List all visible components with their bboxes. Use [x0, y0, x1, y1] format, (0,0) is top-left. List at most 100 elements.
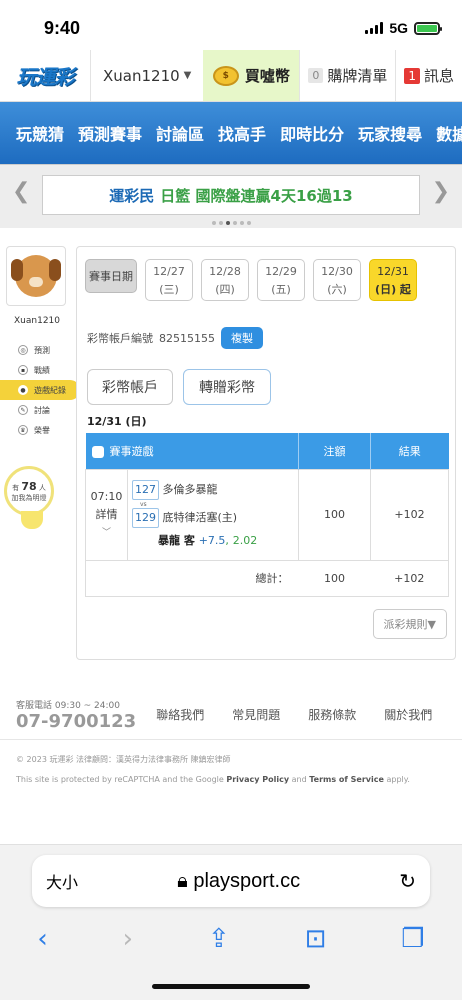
team1-number: 127: [132, 479, 159, 500]
footer-link-faq[interactable]: 常見問題: [232, 706, 280, 723]
total-row: 總計： 100 +102: [85, 559, 449, 597]
logo-text: 玩運彩: [16, 65, 75, 89]
sidebar-item-record[interactable]: ▪ 戰績: [0, 360, 74, 380]
message-count-badge: 1: [404, 67, 420, 84]
apply-text: apply.: [386, 775, 410, 784]
footer-links: 聯絡我們 常見問題 服務條款 關於我們: [156, 706, 432, 723]
bet-pick: 暴龍 客 +7.5, 2.02: [132, 532, 294, 550]
chevron-down-icon[interactable]: ﹀: [86, 524, 127, 542]
user-menu[interactable]: Xuan1210 ▼: [90, 50, 203, 101]
sidebar-item-label: 榮譽: [34, 425, 50, 435]
reload-icon[interactable]: ↻: [399, 869, 416, 893]
sidebar-item-label: 討論: [34, 405, 50, 415]
result-cell: +102: [370, 468, 449, 561]
menu-item-forum[interactable]: 討論區: [156, 121, 204, 145]
tab-transfer-coin[interactable]: 轉贈彩幣: [183, 369, 271, 405]
banner-ad[interactable]: 運彩民 日籃 國際盤連贏4天16過13: [42, 175, 420, 215]
sidebar-item-label: 遊戲紀錄: [34, 385, 66, 395]
detail-link[interactable]: 詳情: [86, 506, 127, 524]
and-text: and: [291, 775, 307, 784]
date-button-1228[interactable]: 12/28 (四): [201, 259, 249, 301]
sidebar-username: Xuan1210: [14, 316, 60, 326]
pick-spread: +7.5: [198, 533, 226, 547]
stake-cell: 100: [298, 468, 371, 561]
recaptcha-notice: This site is protected by reCAPTCHA and …: [16, 770, 446, 790]
terms-of-service-link[interactable]: Terms of Service: [309, 775, 384, 784]
date-button-1227[interactable]: 12/27 (三): [145, 259, 193, 301]
lock-icon: 🔒︎: [177, 869, 188, 892]
menu-item-live-score[interactable]: 即時比分: [280, 121, 344, 145]
footer-link-terms[interactable]: 服務條款: [308, 706, 356, 723]
menu-item-predict[interactable]: 預測賽事: [78, 121, 142, 145]
total-label: 總計：: [85, 559, 299, 597]
bookmarks-icon[interactable]: ⊡: [305, 924, 327, 954]
url-label: playsport.cc: [193, 869, 301, 892]
menu-item-data[interactable]: 數據: [436, 121, 462, 145]
privacy-policy-link[interactable]: Privacy Policy: [226, 775, 289, 784]
sidebar-item-game-history[interactable]: ● 遊戲紀錄: [0, 380, 80, 400]
chevron-left-icon[interactable]: ❮: [12, 179, 30, 204]
vs-label: vs: [140, 500, 147, 508]
footer-link-contact[interactable]: 聯絡我們: [156, 706, 204, 723]
username-label: Xuan1210: [103, 66, 180, 85]
date-button-1230[interactable]: 12/30 (六): [313, 259, 361, 301]
date-text: 12/28: [209, 265, 241, 278]
menu-item-experts[interactable]: 找高手: [218, 121, 266, 145]
header-game: 賽事遊戲: [85, 433, 299, 469]
phone-label: 客服電話 09:30 ~ 24:00: [16, 700, 120, 711]
fans-unit: 人: [38, 483, 46, 492]
site-logo[interactable]: 玩運彩: [0, 50, 90, 101]
table-row: 07:10 詳情 ﹀ 127 多倫多暴龍 vs 129 底特律活塞(主) 暴龍 …: [85, 468, 449, 561]
fans-suffix: 加我為明燈: [11, 493, 47, 502]
browser-address-bar: 大小 🔒︎ playsport.cc ↻: [0, 844, 462, 920]
sidebar-item-predict[interactable]: ◎ 預測: [0, 340, 74, 360]
circle-icon: ●: [18, 385, 28, 395]
buy-coin-button[interactable]: $ 買噓幣: [203, 50, 300, 101]
team1-name: 多倫多暴龍: [162, 482, 218, 496]
footer-link-about[interactable]: 關於我們: [384, 706, 432, 723]
header-stake: 注額: [298, 433, 371, 469]
carousel-dots: [0, 221, 462, 225]
share-icon[interactable]: ⇪: [208, 924, 230, 954]
sidebar-item-discuss[interactable]: ✎ 討論: [0, 400, 74, 420]
messages-link[interactable]: 1 訊息: [395, 50, 462, 101]
footer-contact-row: 客服電話 09:30 ~ 24:00 07-9700123 聯絡我們 常見問題 …: [0, 690, 462, 740]
date-text: 12/30: [321, 265, 353, 278]
account-number: 82515155: [159, 331, 215, 345]
phone-number[interactable]: 07-9700123: [16, 711, 136, 732]
tabs-icon[interactable]: ❐: [401, 924, 424, 954]
cart-link[interactable]: 0 購牌清單: [299, 50, 395, 101]
fans-count: 78: [21, 479, 37, 493]
pick-team: 暴龍 客: [158, 533, 195, 547]
chevron-right-icon[interactable]: ❯: [432, 179, 450, 204]
url-text: 🔒︎ playsport.cc: [78, 870, 399, 893]
network-label: 5G: [389, 20, 408, 36]
forward-icon[interactable]: ›: [123, 924, 133, 954]
text-size-button[interactable]: 大小: [46, 869, 78, 893]
fans-badge[interactable]: 有 78 人 加我為明燈: [4, 466, 54, 529]
status-indicators: 5G: [365, 20, 442, 36]
sidebar-item-honor[interactable]: ♛ 榮譽: [0, 420, 74, 440]
back-icon[interactable]: ‹: [37, 924, 47, 954]
date-text: 12/27: [153, 265, 185, 278]
game-time: 07:10: [90, 489, 123, 503]
chart-icon: ▪: [18, 365, 28, 375]
menu-item-player-search[interactable]: 玩家搜尋: [358, 121, 422, 145]
account-tabs: 彩幣帳戶 轉贈彩幣: [87, 369, 455, 405]
team2-name: 底特律活塞(主): [162, 510, 238, 524]
tab-coin-account[interactable]: 彩幣帳戶: [87, 369, 173, 405]
copy-button[interactable]: 複製: [221, 327, 263, 349]
payout-rules-button[interactable]: 派彩規則▼: [372, 609, 447, 639]
avatar[interactable]: [6, 246, 66, 306]
target-icon: ◎: [18, 345, 28, 355]
site-header: 玩運彩 Xuan1210 ▼ $ 買噓幣 0 購牌清單 1 訊息: [0, 50, 462, 102]
date-button-1231[interactable]: 12/31 (日) 起: [369, 259, 417, 301]
game-table: 賽事遊戲 注額 結果 07:10 詳情 ﹀ 127 多倫多暴龍 vs 129 底…: [85, 433, 449, 597]
date-selector: 賽事日期 12/27 (三) 12/28 (四) 12/29 (五) 12/30 (六)…: [77, 247, 455, 301]
main-menu: 玩競猜 預測賽事 討論區 找高手 即時比分 玩家搜尋 數據: [0, 102, 462, 164]
total-result: +102: [370, 559, 449, 597]
date-button-1229[interactable]: 12/29 (五): [257, 259, 305, 301]
menu-item-guess[interactable]: 玩競猜: [16, 121, 64, 145]
url-field[interactable]: 大小 🔒︎ playsport.cc ↻: [32, 855, 430, 907]
day-text: (六): [327, 283, 347, 296]
